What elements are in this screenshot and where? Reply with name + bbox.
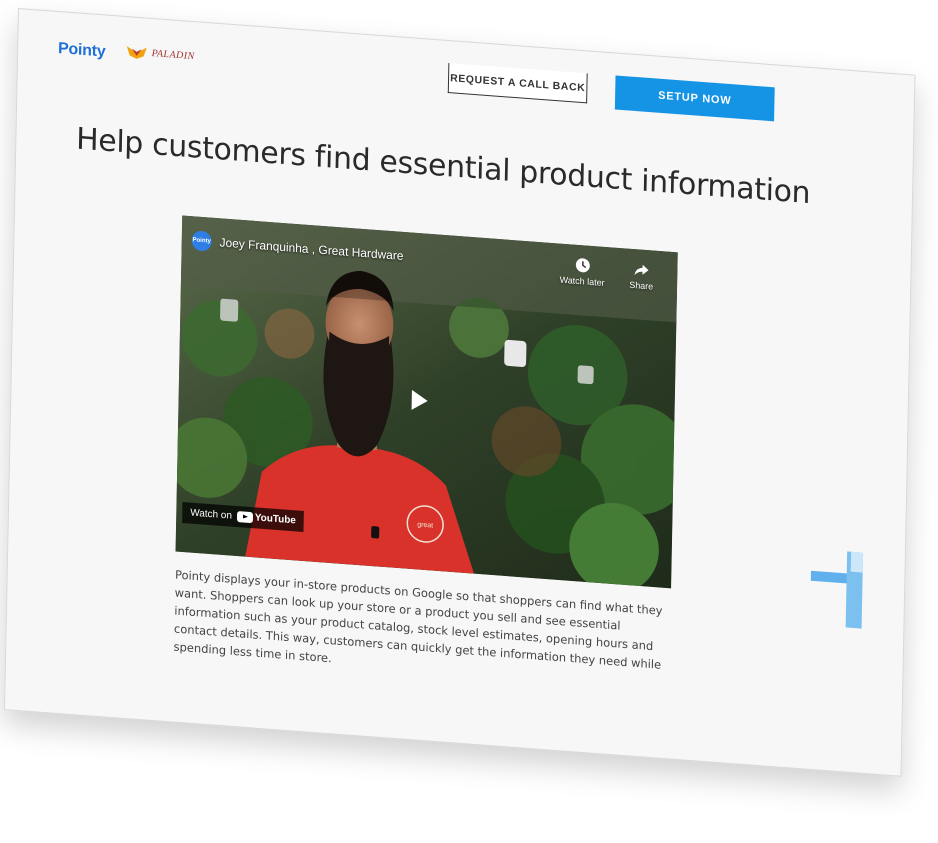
paladin-logo[interactable]: PALADIN xyxy=(126,43,195,64)
share-arrow-icon xyxy=(634,264,649,276)
youtube-logo-icon: YouTube xyxy=(236,511,297,527)
channel-avatar[interactable]: Pointy xyxy=(191,230,212,252)
request-call-back-button[interactable]: REQUEST A CALL BACK xyxy=(447,63,588,104)
page-mockup-card: Pointy PALADIN REQUEST A CALL BACK SETUP… xyxy=(3,8,916,777)
watch-on-label: Watch on xyxy=(190,507,233,522)
setup-now-button[interactable]: SETUP NOW xyxy=(614,75,775,122)
share-label: Share xyxy=(629,279,654,292)
paladin-logo-icon xyxy=(126,46,147,59)
shirt-logo-text: great xyxy=(417,521,433,529)
watch-later-button[interactable]: Watch later xyxy=(560,256,606,288)
play-icon[interactable] xyxy=(403,384,433,416)
pointy-logo[interactable]: Pointy xyxy=(58,40,106,62)
page-header: Pointy PALADIN REQUEST A CALL BACK SETUP… xyxy=(58,34,815,130)
share-button[interactable]: Share xyxy=(629,261,653,292)
description-text: Pointy displays your in-store products o… xyxy=(173,567,663,672)
decorative-blue-shape xyxy=(810,551,864,629)
clock-icon xyxy=(575,258,590,273)
page-title: Help customers find essential product in… xyxy=(75,121,811,212)
paladin-logo-text: PALADIN xyxy=(151,47,195,62)
screenshot-scene: Pointy PALADIN REQUEST A CALL BACK SETUP… xyxy=(0,0,938,843)
video-embed[interactable]: great Pointy Joey Franquinha , Great Har… xyxy=(175,215,678,589)
youtube-label: YouTube xyxy=(254,512,297,527)
